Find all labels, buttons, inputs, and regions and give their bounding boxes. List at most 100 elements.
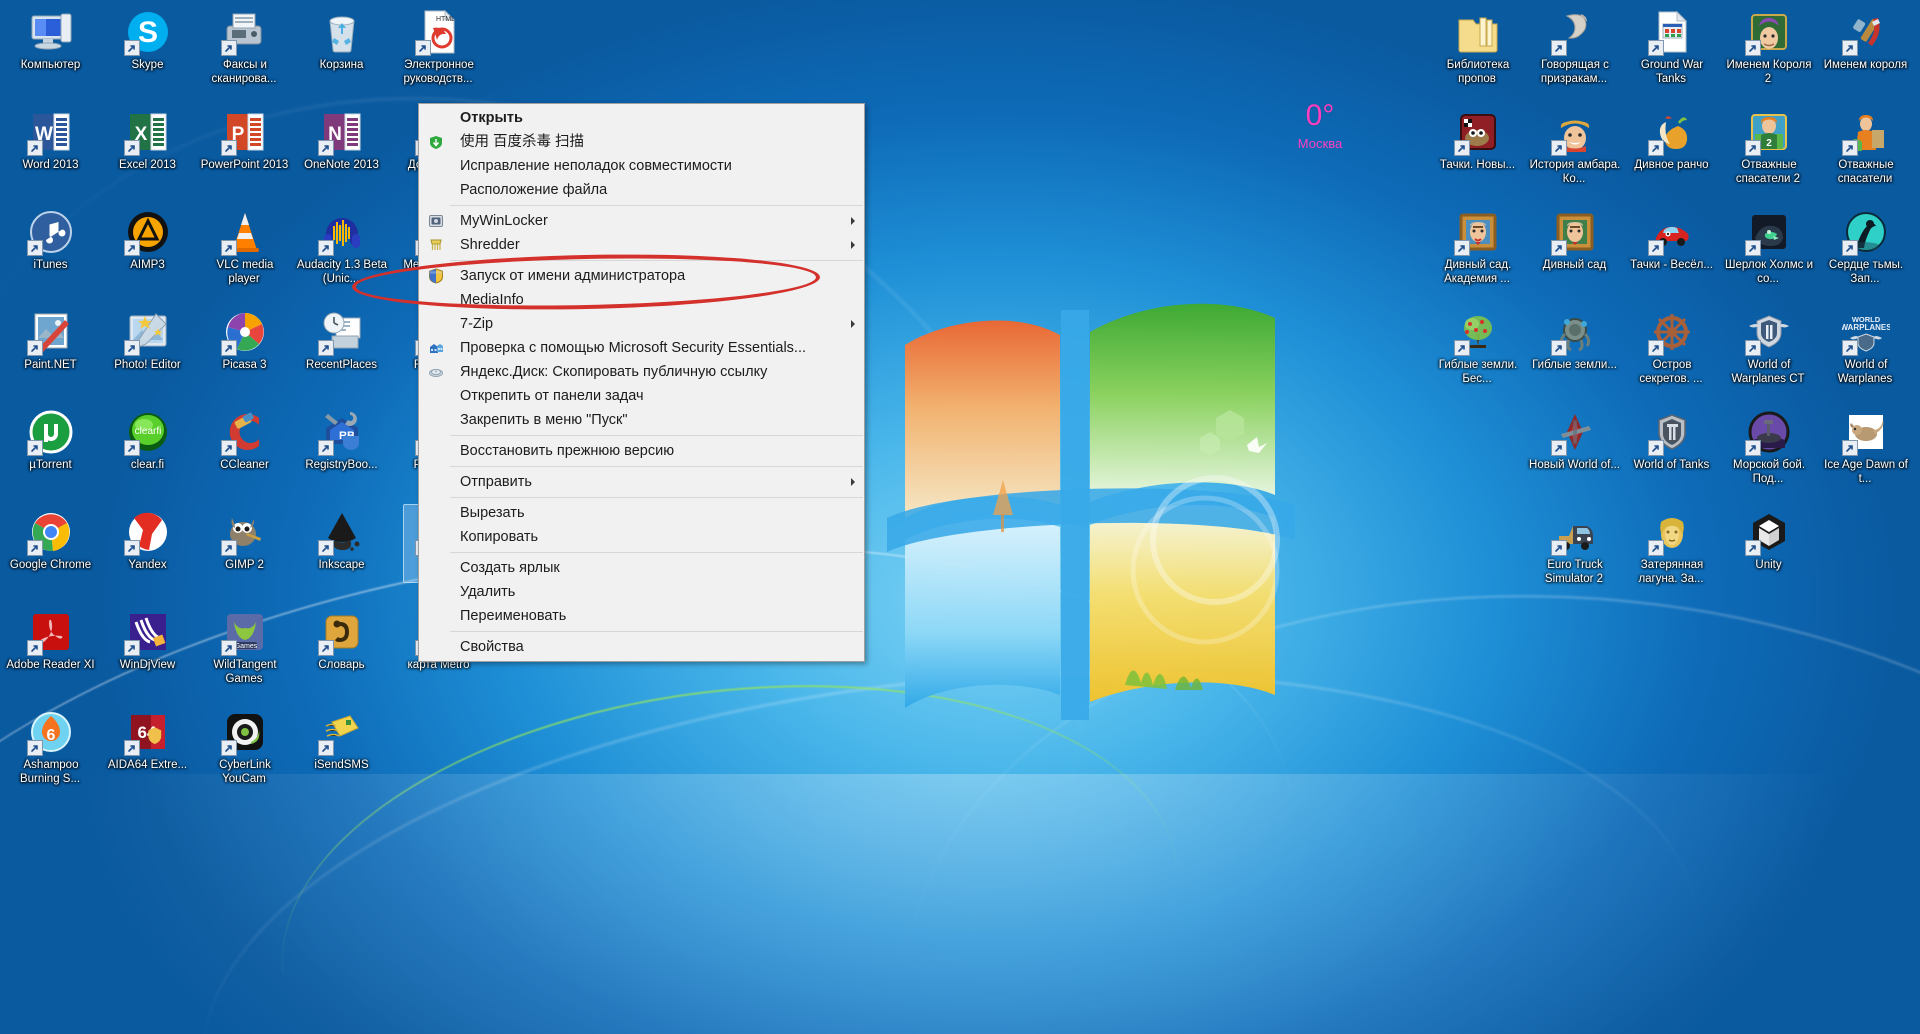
desktop-icon-label: Google Chrome [9,559,92,571]
context-menu-separator [450,631,863,632]
context-menu-item[interactable]: Открепить от панели задач [419,384,864,408]
lost-lagoon-icon [1647,508,1696,556]
desktop-icon[interactable]: Audacity 1.3 Beta (Unic... [293,204,390,304]
desktop-icon[interactable]: Unity [1720,504,1817,604]
desktop-icon[interactable]: Photo! Editor [99,304,196,404]
desktop-icon[interactable]: Сердце тьмы. Зап... [1817,204,1914,304]
desktop-icon[interactable]: Остров секретов. ... [1623,304,1720,404]
shortcut-overlay-icon [220,540,237,556]
desktop-icon[interactable]: Ground War Tanks [1623,4,1720,104]
desktop-icon[interactable]: CCleaner [196,404,293,504]
desktop-icon[interactable]: Новый World of... [1526,404,1623,504]
desktop-icon[interactable]: Именем короля [1817,4,1914,104]
desktop-background[interactable]: Компьютер S Skype Факсы и сканирова... Корзи… [0,0,1920,1034]
desktop-icon[interactable]: Морской бой. Под... [1720,404,1817,504]
desktop-icon-label: Word 2013 [22,159,79,171]
shortcut-overlay-icon [220,340,237,356]
context-menu-item[interactable]: Удалить [419,580,864,604]
desktop-icon[interactable]: Тачки. Новы... [1429,104,1526,204]
context-menu[interactable]: Открыть 使用 百度杀毒 扫描 Исправление неполадок с… [418,103,865,662]
recent-places-icon [317,308,366,356]
desktop-icon[interactable]: World of Tanks [1623,404,1720,504]
context-menu-item[interactable]: Расположение файла [419,178,864,202]
desktop-icon[interactable]: Затерянная лагуна. За... [1623,504,1720,604]
desktop-icon[interactable]: Games WildTangent Games [196,604,293,704]
desktop-icon[interactable]: World of Warplanes CT [1720,304,1817,404]
context-menu-item[interactable]: Открыть [419,106,864,130]
desktop-icon[interactable]: W Word 2013 [2,104,99,204]
desktop-icon[interactable]: CyberLink YouCam [196,704,293,804]
desktop-icons-left: Компьютер S Skype Факсы и сканирова... Корзи… [2,4,487,804]
context-menu-item[interactable]: Закрепить в меню "Пуск" [419,408,864,432]
weather-gadget[interactable]: 0° Москва [1250,100,1390,152]
desktop-icon[interactable]: Inkscape [293,504,390,604]
context-menu-item[interactable]: Яндекс.Диск: Скопировать публичную ссылк… [419,360,864,384]
desktop-icon[interactable]: Библиотека пропов [1429,4,1526,104]
desktop-icon[interactable]: iSendSMS [293,704,390,804]
desktop-icon[interactable]: Именем Короля 2 [1720,4,1817,104]
context-menu-item[interactable]: Shredder [419,233,864,257]
desktop-icon[interactable]: Ice Age Dawn of t... [1817,404,1914,504]
desktop-icon[interactable]: Гиблые земли. Бес... [1429,304,1526,404]
desktop-icon[interactable]: Yandex [99,504,196,604]
context-menu-item[interactable]: Проверка с помощью Microsoft Security Es… [419,336,864,360]
desktop-icon[interactable]: Adobe Reader XI [2,604,99,704]
desktop-icon[interactable]: Отважные спасатели [1817,104,1914,204]
desktop-icon[interactable]: Picasa 3 [196,304,293,404]
ghost-whisperer-icon [1550,8,1599,56]
desktop-icon[interactable]: 2 Отважные спасатели 2 [1720,104,1817,204]
context-menu-item-label: Открыть [460,110,523,126]
desktop-icon[interactable]: 6 Ashampoo Burning S... [2,704,99,804]
desktop-icon[interactable]: N OneNote 2013 [293,104,390,204]
context-menu-item[interactable]: Исправление неполадок совместимости [419,154,864,178]
desktop-icon[interactable]: RB RegistryBoo... [293,404,390,504]
desktop-icon[interactable]: µTorrent [2,404,99,504]
desktop-icon[interactable]: Корзина [293,4,390,104]
shredder-icon [428,237,444,253]
context-menu-item[interactable]: 7-Zip [419,312,864,336]
desktop-icon[interactable]: GIMP 2 [196,504,293,604]
desktop-icon[interactable]: Тачки - Весёл... [1623,204,1720,304]
desktop-icon-label: CyberLink YouCam [219,759,271,785]
desktop-icon[interactable]: WinDjView [99,604,196,704]
desktop-icon[interactable]: Факсы и сканирова... [196,4,293,104]
shortcut-overlay-icon [1841,340,1858,356]
desktop-icon[interactable]: S Skype [99,4,196,104]
context-menu-item[interactable]: Запуск от имени администратора [419,264,864,288]
context-menu-item[interactable]: MyWinLocker [419,209,864,233]
desktop-icon[interactable]: clearfi clear.fi [99,404,196,504]
context-menu-item[interactable]: 使用 百度杀毒 扫描 [419,130,864,154]
desktop-icon[interactable]: iTunes [2,204,99,304]
context-menu-item[interactable]: Свойства [419,635,864,659]
context-menu-item[interactable]: Переименовать [419,604,864,628]
desktop-icon[interactable]: WORLD WARPLANES World of Warplanes [1817,304,1914,404]
context-menu-item[interactable]: Создать ярлык [419,556,864,580]
desktop-icon[interactable]: Словарь [293,604,390,704]
desktop-icon[interactable]: Дивное ранчо [1623,104,1720,204]
context-menu-item[interactable]: Вырезать [419,501,864,525]
desktop-icon[interactable]: VLC media player [196,204,293,304]
desktop-icon-label: Дивное ранчо [1634,159,1709,171]
desktop-icon[interactable]: Компьютер [2,4,99,104]
desktop-icon[interactable]: Euro Truck Simulator 2 [1526,504,1623,604]
desktop-icon[interactable]: Google Chrome [2,504,99,604]
desktop-icon[interactable]: HTML Электронное руководств... [390,4,487,104]
desktop-icon[interactable]: Paint.NET [2,304,99,404]
desktop-icon[interactable]: 64 AIDA64 Extre... [99,704,196,804]
desktop-icon[interactable]: RecentPlaces [293,304,390,404]
desktop-icon[interactable]: Гиблые земли... [1526,304,1623,404]
desktop-icon[interactable]: История амбара. Ко... [1526,104,1623,204]
context-menu-item[interactable]: Восстановить прежнюю версию [419,439,864,463]
desktop-icon[interactable]: X Excel 2013 [99,104,196,204]
desktop-icon[interactable]: Шерлок Холмс и со... [1720,204,1817,304]
desktop-icon-label: Словарь [318,659,365,671]
context-menu-item[interactable]: Копировать [419,525,864,549]
desktop-icon[interactable]: Дивный сад [1526,204,1623,304]
desktop-icon[interactable]: Говорящая с призракам... [1526,4,1623,104]
desktop-icon[interactable]: AIMP3 [99,204,196,304]
desktop-icon-label: iTunes [33,259,68,271]
desktop-icon[interactable]: P PowerPoint 2013 [196,104,293,204]
desktop-icon[interactable]: Дивный сад. Академия ... [1429,204,1526,304]
context-menu-item[interactable]: MediaInfo [419,288,864,312]
context-menu-item[interactable]: Отправить [419,470,864,494]
